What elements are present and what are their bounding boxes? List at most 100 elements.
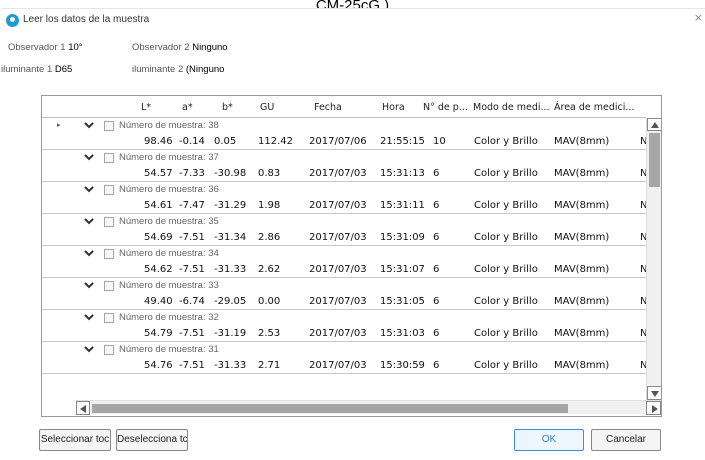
table-row[interactable]: 54.62 -7.51 -31.33 2.62 2017/07/03 15:31:07 6 C…	[42, 262, 647, 278]
table-cell: 2017/07/03	[309, 232, 367, 243]
table-cell: 15:31:03	[380, 328, 425, 339]
chevron-down-icon[interactable]	[84, 185, 94, 193]
vertical-scroll-thumb[interactable]	[649, 133, 660, 187]
sample-group-row[interactable]: Número de muestra: 33	[42, 278, 646, 294]
close-icon[interactable]: ×	[694, 11, 703, 24]
sample-group-row[interactable]: Número de muestra: 36	[42, 182, 646, 198]
column-header-a[interactable]: a*	[182, 102, 193, 113]
sample-group-row[interactable]: Número de muestra: 31	[42, 342, 646, 358]
sample-group-row[interactable]: Número de muestra: 35	[42, 214, 646, 230]
table-cell: 0.00	[258, 296, 281, 307]
chevron-down-icon[interactable]	[84, 313, 94, 321]
arrow-up-icon[interactable]	[647, 118, 661, 131]
vertical-scrollbar[interactable]	[646, 118, 661, 400]
table-cell: MAV(8mm)	[554, 264, 610, 275]
sample-checkbox[interactable]	[104, 121, 114, 131]
table-cell: 15:31:11	[380, 200, 425, 211]
chevron-down-icon[interactable]	[84, 153, 94, 161]
sample-checkbox[interactable]	[104, 185, 114, 195]
sample-group-row[interactable]: Número de muestra: 34	[42, 246, 646, 262]
arrow-down-icon[interactable]	[647, 386, 661, 400]
grid-header: L* a* b* GU Fecha Hora N° de p... Modo d…	[42, 96, 646, 118]
chevron-down-icon[interactable]	[84, 345, 94, 353]
table-cell: 6	[433, 200, 440, 211]
table-cell: 54.61	[144, 200, 173, 211]
table-cell: 15:31:05	[380, 296, 425, 307]
table-cell: 6	[433, 296, 440, 307]
illuminant-1-label: iluminante 1	[1, 64, 53, 75]
chevron-down-icon[interactable]	[84, 281, 94, 289]
deselect-all-button[interactable]: Deselecciona tc	[116, 429, 188, 451]
table-row[interactable]: 98.46 -0.14 0.05 112.42 2017/07/06 21:55:15 10…	[42, 134, 647, 150]
arrow-left-icon[interactable]	[76, 401, 90, 415]
sample-checkbox[interactable]	[104, 345, 114, 355]
table-cell: 6	[433, 232, 440, 243]
table-cell: Color y Brillo	[474, 168, 538, 179]
arrow-right-icon[interactable]	[646, 401, 661, 415]
column-header-gu[interactable]: GU	[260, 102, 274, 113]
table-cell: MAV(8mm)	[554, 168, 610, 179]
table-cell: 0.83	[258, 168, 281, 179]
table-row[interactable]: 54.76 -7.51 -31.33 2.71 2017/07/03 15:30:59 6 C…	[42, 358, 647, 374]
table-row[interactable]: 54.61 -7.47 -31.29 1.98 2017/07/03 15:31:11 6 C…	[42, 198, 647, 214]
table-cell: 15:31:07	[380, 264, 425, 275]
table-row[interactable]: 54.79 -7.51 -31.19 2.53 2017/07/03 15:31:03 6 C…	[42, 326, 647, 342]
sample-number-label: Número de muestra: 35	[119, 216, 219, 227]
table-cell: 2017/07/03	[309, 264, 367, 275]
table-row[interactable]: 54.69 -7.51 -31.34 2.86 2017/07/03 15:31:09 6 C…	[42, 230, 647, 246]
table-cell: Color y Brillo	[474, 136, 538, 147]
sample-number-label: Número de muestra: 32	[119, 312, 219, 323]
sample-group-row[interactable]: Número de muestra: 32	[42, 310, 646, 326]
observer-2-label: Observador 2	[132, 42, 190, 53]
table-row[interactable]: 49.40 -6.74 -29.05 0.00 2017/07/03 15:31:05 6 C…	[42, 294, 647, 310]
table-cell: Color y Brillo	[474, 296, 538, 307]
table-cell: 2.53	[258, 328, 281, 339]
table-cell: 15:31:13	[380, 168, 425, 179]
column-header-b[interactable]: b*	[222, 102, 233, 113]
table-cell: 1.98	[258, 200, 281, 211]
table-cell: 2.71	[258, 360, 281, 371]
chevron-down-icon[interactable]	[84, 217, 94, 225]
table-cell: 54.76	[144, 360, 173, 371]
table-row[interactable]: 54.57 -7.33 -30.98 0.83 2017/07/03 15:31:13 6 C…	[42, 166, 647, 182]
chevron-down-icon[interactable]	[84, 249, 94, 257]
illuminant-2-label: iluminante 2	[132, 64, 184, 75]
sample-checkbox[interactable]	[104, 313, 114, 323]
table-cell: 54.79	[144, 328, 173, 339]
table-cell: 15:31:09	[380, 232, 425, 243]
horizontal-scroll-thumb[interactable]	[92, 404, 568, 413]
table-cell: Color y Brillo	[474, 328, 538, 339]
observer-2-value: Ninguno	[192, 42, 228, 53]
sample-checkbox[interactable]	[104, 281, 114, 291]
table-cell: 21:55:15	[380, 136, 425, 147]
table-cell: 2.62	[258, 264, 281, 275]
sample-data-grid: L* a* b* GU Fecha Hora N° de p... Modo d…	[41, 95, 662, 417]
sample-checkbox[interactable]	[104, 249, 114, 259]
sample-group-row[interactable]: ▸ Número de muestra: 38	[42, 118, 646, 134]
select-all-button[interactable]: Seleccionar toc	[39, 429, 111, 451]
column-header-area[interactable]: Área de medici...	[554, 102, 634, 113]
table-cell: 2.86	[258, 232, 281, 243]
column-header-hora[interactable]: Hora	[382, 102, 405, 113]
table-cell: 6	[433, 360, 440, 371]
cancel-button[interactable]: Cancelar	[591, 429, 661, 451]
ok-button[interactable]: OK	[514, 429, 584, 451]
column-header-fecha[interactable]: Fecha	[314, 102, 342, 113]
table-cell: 6	[433, 328, 440, 339]
illuminant-1-value: D65	[54, 64, 73, 75]
column-header-l[interactable]: L*	[141, 102, 151, 113]
table-cell: 54.62	[144, 264, 173, 275]
table-cell: -7.51	[179, 328, 205, 339]
sample-checkbox[interactable]	[104, 217, 114, 227]
chevron-down-icon[interactable]	[84, 121, 94, 129]
sample-number-label: Número de muestra: 34	[119, 248, 219, 259]
title-bar: Leer los datos de la muestra ×	[1, 9, 705, 33]
row-pointer-icon: ▸	[57, 121, 61, 129]
sample-checkbox[interactable]	[104, 153, 114, 163]
column-header-num-points[interactable]: N° de p...	[423, 102, 468, 113]
observer-1-value: 10°	[68, 42, 83, 53]
horizontal-scrollbar[interactable]	[76, 400, 661, 415]
app-icon	[6, 14, 19, 27]
sample-group-row[interactable]: Número de muestra: 37	[42, 150, 646, 166]
column-header-mode[interactable]: Modo de medi...	[473, 102, 550, 113]
